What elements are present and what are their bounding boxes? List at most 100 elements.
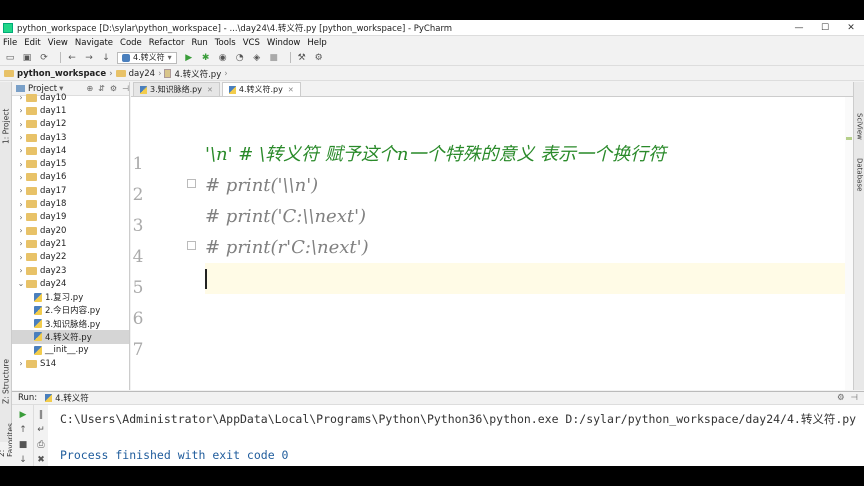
stop-icon[interactable]: ■ — [268, 52, 280, 64]
chevron-right-icon[interactable]: › — [16, 266, 26, 275]
tool-tab-structure[interactable]: Z: Structure — [0, 357, 12, 407]
chevron-right-icon[interactable]: › — [16, 173, 26, 182]
chevron-right-icon[interactable]: › — [16, 120, 26, 129]
menu-code[interactable]: Code — [120, 38, 142, 48]
pause-icon[interactable]: ‖ — [35, 409, 47, 421]
menu-refactor[interactable]: Refactor — [149, 38, 185, 48]
arrow-down-icon[interactable]: ↓ — [17, 454, 29, 466]
breadcrumb-project[interactable]: python_workspace › — [4, 69, 113, 79]
code-line[interactable]: # print('\\n') — [205, 170, 845, 201]
tool-tab-sciview[interactable]: SciView — [854, 106, 864, 146]
tree-folder[interactable]: › day23 — [12, 264, 129, 277]
chevron-right-icon[interactable]: › — [16, 239, 26, 248]
menu-vcs[interactable]: VCS — [243, 38, 260, 48]
chevron-right-icon[interactable]: › — [16, 359, 26, 368]
tool-tab-favorites[interactable]: 2: Favorites — [0, 417, 15, 457]
vcs-icon[interactable]: ⚒ — [296, 52, 308, 64]
gear-icon[interactable]: ⚙ — [110, 84, 117, 93]
save-all-icon[interactable]: ▣ — [21, 52, 33, 64]
rerun-icon[interactable]: ▶ — [17, 409, 29, 421]
arrow-up-icon[interactable]: ↑ — [17, 424, 29, 436]
tab-file-3[interactable]: 3.知识脉络.py ✕ — [133, 82, 220, 96]
chevron-right-icon[interactable]: › — [16, 133, 26, 142]
coverage-icon[interactable]: ◉ — [217, 52, 229, 64]
tab-file-4[interactable]: 4.转义符.py ✕ — [221, 82, 301, 96]
run-config-selector[interactable]: 4.转义符 ▾ — [117, 51, 177, 64]
menu-view[interactable]: View — [48, 38, 68, 48]
concurrency-icon[interactable]: ◈ — [251, 52, 263, 64]
tree-file[interactable]: 4.转义符.py — [12, 330, 129, 344]
hide-icon[interactable]: ⊣ — [122, 84, 129, 93]
chevron-right-icon[interactable]: › — [16, 160, 26, 169]
tree-folder[interactable]: › day17 — [12, 184, 129, 197]
chevron-right-icon[interactable]: › — [16, 253, 26, 262]
tool-tab-project[interactable]: 1: Project — [0, 106, 12, 146]
tree-folder[interactable]: › day16 — [12, 171, 129, 184]
sync-icon[interactable]: ⟳ — [38, 52, 50, 64]
collapse-icon[interactable]: ⇵ — [98, 84, 105, 93]
fold-marker-icon[interactable] — [187, 241, 196, 250]
wrap-icon[interactable]: ↵ — [35, 424, 47, 436]
code-line[interactable]: '\n' # \转义符 赋予这个n一个特殊的意义 表示一个换行符 — [205, 139, 845, 170]
profile-icon[interactable]: ◔ — [234, 52, 246, 64]
fold-marker-icon[interactable] — [187, 179, 196, 188]
locate-icon[interactable]: ⊕ — [86, 84, 93, 93]
tree-folder[interactable]: › day13 — [12, 131, 129, 144]
build-icon[interactable]: ↓ — [100, 52, 112, 64]
menu-window[interactable]: Window — [267, 38, 301, 48]
tree-folder[interactable]: › day15 — [12, 157, 129, 170]
open-folder-icon[interactable]: ▭ — [4, 52, 16, 64]
code-line-current[interactable] — [205, 263, 845, 294]
tree-folder[interactable]: › day20 — [12, 224, 129, 237]
tree-file[interactable]: 3.知识脉络.py — [12, 317, 129, 330]
tree-folder[interactable]: › S14 — [12, 357, 129, 370]
code-line[interactable] — [205, 325, 845, 356]
code-line[interactable] — [205, 294, 845, 325]
tree-folder[interactable]: › day14 — [12, 144, 129, 157]
close-icon[interactable]: ✕ — [288, 86, 294, 94]
tree-folder[interactable]: › day12 — [12, 118, 129, 131]
tree-file[interactable]: 1.复习.py — [12, 290, 129, 303]
minimize-button[interactable]: — — [786, 20, 812, 36]
code-line[interactable]: # print('C:\\next') — [205, 201, 845, 232]
code-area[interactable]: '\n' # \转义符 赋予这个n一个特殊的意义 表示一个换行符 # print… — [205, 97, 845, 390]
stop-icon[interactable]: ■ — [17, 439, 29, 451]
tool-tab-database[interactable]: Database — [854, 150, 864, 200]
tree-folder[interactable]: › day21 — [12, 237, 129, 250]
chevron-right-icon[interactable]: › — [16, 200, 26, 209]
menu-help[interactable]: Help — [307, 38, 326, 48]
chevron-right-icon[interactable]: › — [16, 213, 26, 222]
editor-scrollbar[interactable] — [845, 97, 853, 390]
hide-icon[interactable]: ⊣ — [851, 393, 858, 403]
chevron-right-icon[interactable]: › — [16, 186, 26, 195]
tree-folder[interactable]: › day11 — [12, 104, 129, 117]
breadcrumb-file[interactable]: 4.转义符.py › — [164, 68, 228, 80]
breadcrumb-folder[interactable]: day24 › — [115, 69, 161, 79]
menu-run[interactable]: Run — [191, 38, 207, 48]
close-button[interactable]: ✕ — [838, 20, 864, 36]
menu-file[interactable]: File — [3, 38, 17, 48]
tree-file[interactable]: __init__.py — [12, 344, 129, 357]
debug-icon[interactable]: ✱ — [200, 52, 212, 64]
forward-arrow-icon[interactable]: → — [83, 52, 95, 64]
tree-folder[interactable]: › day19 — [12, 211, 129, 224]
tree-folder[interactable]: ⌄ day24 — [12, 277, 129, 290]
back-arrow-icon[interactable]: ← — [66, 52, 78, 64]
tree-folder[interactable]: › day18 — [12, 197, 129, 210]
tree-folder[interactable]: › day22 — [12, 251, 129, 264]
menu-navigate[interactable]: Navigate — [75, 38, 113, 48]
run-panel-config[interactable]: 4.转义符 — [55, 392, 89, 404]
print-icon[interactable]: ⎙ — [35, 439, 47, 451]
menu-edit[interactable]: Edit — [24, 38, 40, 48]
chevron-right-icon[interactable]: › — [16, 226, 26, 235]
chevron-right-icon[interactable]: › — [16, 106, 26, 115]
maximize-button[interactable]: ☐ — [812, 20, 838, 36]
gear-icon[interactable]: ⚙ — [837, 393, 845, 403]
trash-icon[interactable]: ✖ — [35, 454, 47, 466]
menu-tools[interactable]: Tools — [215, 38, 236, 48]
run-icon[interactable]: ▶ — [183, 52, 195, 64]
chevron-right-icon[interactable]: › — [16, 93, 26, 102]
tree-file[interactable]: 2.今日内容.py — [12, 304, 129, 317]
code-line[interactable]: # print(r'C:\next') — [205, 232, 845, 263]
settings-icon[interactable]: ⚙ — [313, 52, 325, 64]
